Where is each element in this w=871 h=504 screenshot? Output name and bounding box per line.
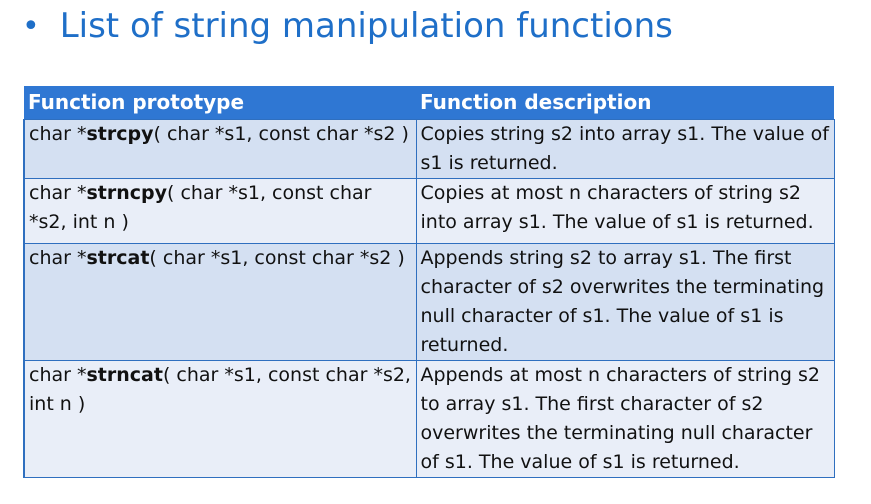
prototype-params: ( char *s1, const char *s2 ) [153, 123, 409, 145]
prototype-params: ( char *s1, const char *s2 ) [149, 247, 405, 269]
slide-title-text: List of string manipulation functions [59, 6, 673, 46]
prototype-prefix: char * [29, 123, 87, 145]
function-name: strncat [86, 364, 163, 386]
function-name: strncpy [86, 182, 168, 204]
function-description-cell: Appends string s2 to array s1. The first… [415, 243, 835, 361]
string-functions-table: Function prototype Function description … [23, 86, 835, 478]
function-name: strcpy [86, 123, 154, 145]
function-description-cell: Copies at most n characters of string s2… [415, 178, 835, 244]
prototype-prefix: char * [29, 182, 87, 204]
function-description-cell: Copies string s2 into array s1. The valu… [415, 119, 835, 179]
function-prototype-cell: char *strncat( char *s1, const char *s2,… [23, 360, 416, 478]
function-name: strcat [86, 247, 150, 269]
slide-title: • List of string manipulation functions [22, 2, 673, 50]
function-prototype-cell: char *strcpy( char *s1, const char *s2 ) [23, 119, 416, 179]
table-row: char *strncpy( char *s1, const char *s2,… [23, 178, 835, 244]
table-row: char *strcat( char *s1, const char *s2 )… [23, 243, 835, 361]
function-description-cell: Appends at most n characters of string s… [415, 360, 835, 478]
table-header-row: Function prototype Function description [24, 86, 834, 120]
function-prototype-cell: char *strcat( char *s1, const char *s2 ) [23, 243, 416, 361]
function-prototype-cell: char *strncpy( char *s1, const char *s2,… [23, 178, 416, 244]
table-row: char *strncat( char *s1, const char *s2,… [23, 360, 835, 478]
header-function-prototype: Function prototype [24, 86, 416, 120]
bullet-icon: • [22, 8, 40, 44]
header-function-description: Function description [416, 86, 834, 120]
prototype-prefix: char * [29, 247, 87, 269]
prototype-prefix: char * [29, 364, 87, 386]
table-row: char *strcpy( char *s1, const char *s2 )… [23, 119, 835, 179]
